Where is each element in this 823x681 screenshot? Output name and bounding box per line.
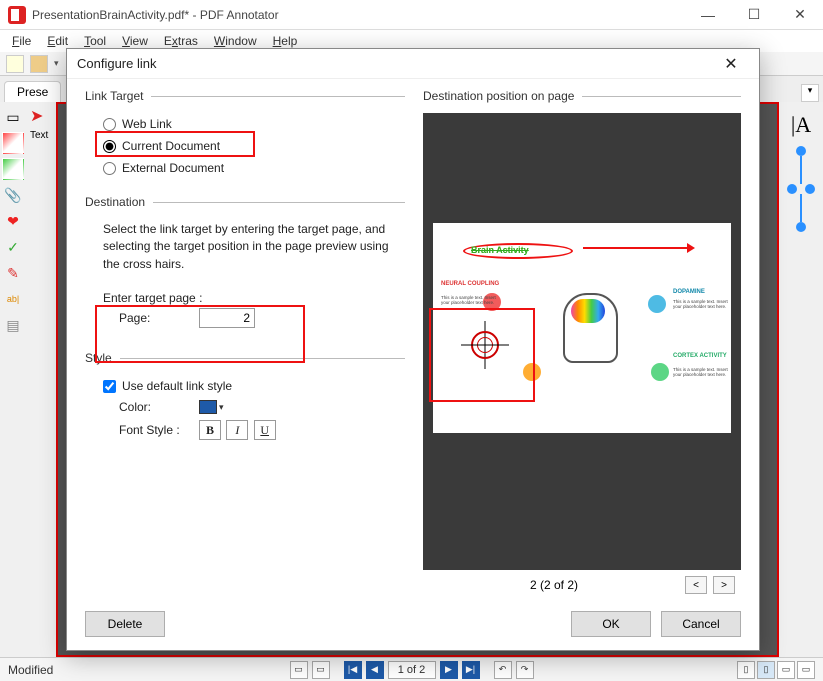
window-maximize-button[interactable]: ☐ [731, 0, 777, 30]
thumbs-button[interactable]: ▭ [312, 661, 330, 679]
preview-next-button[interactable]: > [713, 576, 735, 594]
destination-description: Select the link target by entering the t… [85, 219, 405, 281]
page-label: Page: [119, 311, 189, 325]
radio-current-document-label: Current Document [122, 139, 220, 153]
style-header: Style [85, 351, 112, 365]
preview-lorem-3: This is a sample text. Insert your place… [673, 367, 728, 378]
preview-page-counter: 2 (2 of 2) [530, 578, 578, 592]
menu-file[interactable]: File [4, 32, 39, 50]
prev-page-button[interactable]: ◀ [366, 661, 384, 679]
radio-current-document[interactable]: Current Document [85, 135, 405, 157]
dialog-titlebar: Configure link ✕ [67, 49, 759, 79]
view-continuous-button[interactable]: ▯ [757, 661, 775, 679]
radio-web-link[interactable]: Web Link [85, 113, 405, 135]
page-number-field[interactable]: 1 of 2 [388, 661, 436, 679]
sidebar-edit-icon[interactable]: ✎ [2, 262, 24, 284]
preview-brain-icon [571, 299, 605, 323]
sidebar-check-icon[interactable]: ✓ [2, 236, 24, 258]
text-style-button[interactable]: |A [786, 110, 816, 140]
preview-crosshair-icon[interactable] [467, 327, 503, 363]
window-close-button[interactable]: ✕ [777, 0, 823, 30]
color-swatch-icon [199, 400, 217, 414]
bold-button[interactable]: B [199, 420, 221, 440]
radio-web-link-label: Web Link [122, 117, 172, 131]
prev-set-button[interactable]: ▭ [290, 661, 308, 679]
tab-overflow-button[interactable]: ▾ [801, 84, 819, 102]
use-default-style-checkbox[interactable]: Use default link style [85, 375, 405, 397]
status-bar: Modified ▭ ▭ |◀ ◀ 1 of 2 ▶ ▶| ↶ ↷ ▯ ▯ ▭ … [0, 657, 823, 681]
select-tool-icon[interactable]: ➤ [30, 106, 54, 126]
preview-label-1: NEURAL COUPLING [441, 281, 499, 287]
sidebar-more-icon[interactable]: ▤ [2, 314, 24, 336]
dialog-left-column: Link Target Web Link Current Document Ex… [85, 89, 405, 598]
preview-lorem-1: This is a sample text. Insert your place… [441, 295, 496, 306]
preview-lorem-2: This is a sample text. Insert your place… [673, 299, 728, 310]
radio-external-document-label: External Document [122, 161, 224, 175]
sidebar-page-icon[interactable]: ▭ [2, 106, 24, 128]
last-page-button[interactable]: ▶| [462, 661, 480, 679]
preview-nav: 2 (2 of 2) < > [423, 572, 741, 598]
sidebar-swatch1-icon[interactable] [2, 132, 24, 154]
preview-dot-orange-icon [523, 363, 541, 381]
underline-button[interactable]: U [254, 420, 276, 440]
app-icon [8, 6, 26, 24]
color-picker[interactable]: ▾ [199, 400, 224, 414]
nav-back-button[interactable]: ↶ [494, 661, 512, 679]
delete-button[interactable]: Delete [85, 611, 165, 637]
preview-pane[interactable]: Brain Activity NEURAL COUPLING This is a… [423, 113, 741, 570]
sidebar-favorite-icon[interactable]: ❤ [2, 210, 24, 232]
fontstyle-label: Font Style : [119, 423, 189, 437]
preview-dot-green-icon [651, 363, 669, 381]
sidebar-stamp-icon[interactable]: ab| [2, 288, 24, 310]
nav-forward-button[interactable]: ↷ [516, 661, 534, 679]
preview-prev-button[interactable]: < [685, 576, 707, 594]
dialog-title: Configure link [77, 56, 157, 71]
preview-arrow-icon [583, 247, 693, 249]
next-page-button[interactable]: ▶ [440, 661, 458, 679]
destination-header: Destination [85, 195, 145, 209]
preview-page: Brain Activity NEURAL COUPLING This is a… [433, 223, 731, 433]
dialog-close-button[interactable]: ✕ [713, 50, 749, 78]
dest-position-header: Destination position on page [423, 89, 574, 103]
tool-palette: ➤ Text [28, 102, 56, 657]
window-title: PresentationBrainActivity.pdf* - PDF Ann… [32, 8, 279, 22]
use-default-style-label: Use default link style [122, 379, 232, 393]
italic-button[interactable]: I [226, 420, 248, 440]
preview-title-text: Brain Activity [471, 245, 529, 255]
window-titlebar: PresentationBrainActivity.pdf* - PDF Ann… [0, 0, 823, 30]
status-modified: Modified [8, 663, 53, 677]
window-minimize-button[interactable]: — [685, 0, 731, 30]
sidebar-attach-icon[interactable]: 📎 [2, 184, 24, 206]
preview-label-2: DOPAMINE [673, 289, 705, 295]
ok-button[interactable]: OK [571, 611, 651, 637]
dialog-footer: Delete OK Cancel [67, 598, 759, 650]
view-book-button[interactable]: ▭ [797, 661, 815, 679]
sidebar-swatch2-icon[interactable] [2, 158, 24, 180]
color-caret-icon: ▾ [219, 402, 224, 413]
cancel-button[interactable]: Cancel [661, 611, 741, 637]
document-tab[interactable]: Prese [4, 81, 61, 102]
first-page-button[interactable]: |◀ [344, 661, 362, 679]
preview-dot-blue-icon [648, 295, 666, 313]
color-label: Color: [119, 400, 189, 414]
new-doc-button[interactable] [6, 55, 24, 73]
open-folder-button[interactable] [30, 55, 48, 73]
preview-label-3: CORTEX ACTIVITY [673, 353, 727, 359]
view-facing-button[interactable]: ▭ [777, 661, 795, 679]
enter-target-page-label: Enter target page : [85, 291, 405, 305]
text-tool-label[interactable]: Text [30, 130, 54, 141]
configure-link-dialog: Configure link ✕ Link Target Web Link Cu… [66, 48, 760, 651]
shape-nodes-icon[interactable] [787, 146, 815, 236]
radio-external-document[interactable]: External Document [85, 157, 405, 179]
right-toolbar: |A [779, 102, 823, 657]
page-number-input[interactable] [199, 308, 255, 328]
sidebar-tabs: ▭ 📎 ❤ ✓ ✎ ab| ▤ [0, 102, 28, 657]
view-single-button[interactable]: ▯ [737, 661, 755, 679]
link-target-header: Link Target [85, 89, 143, 103]
dialog-right-column: Destination position on page Brain Activ… [423, 89, 741, 598]
